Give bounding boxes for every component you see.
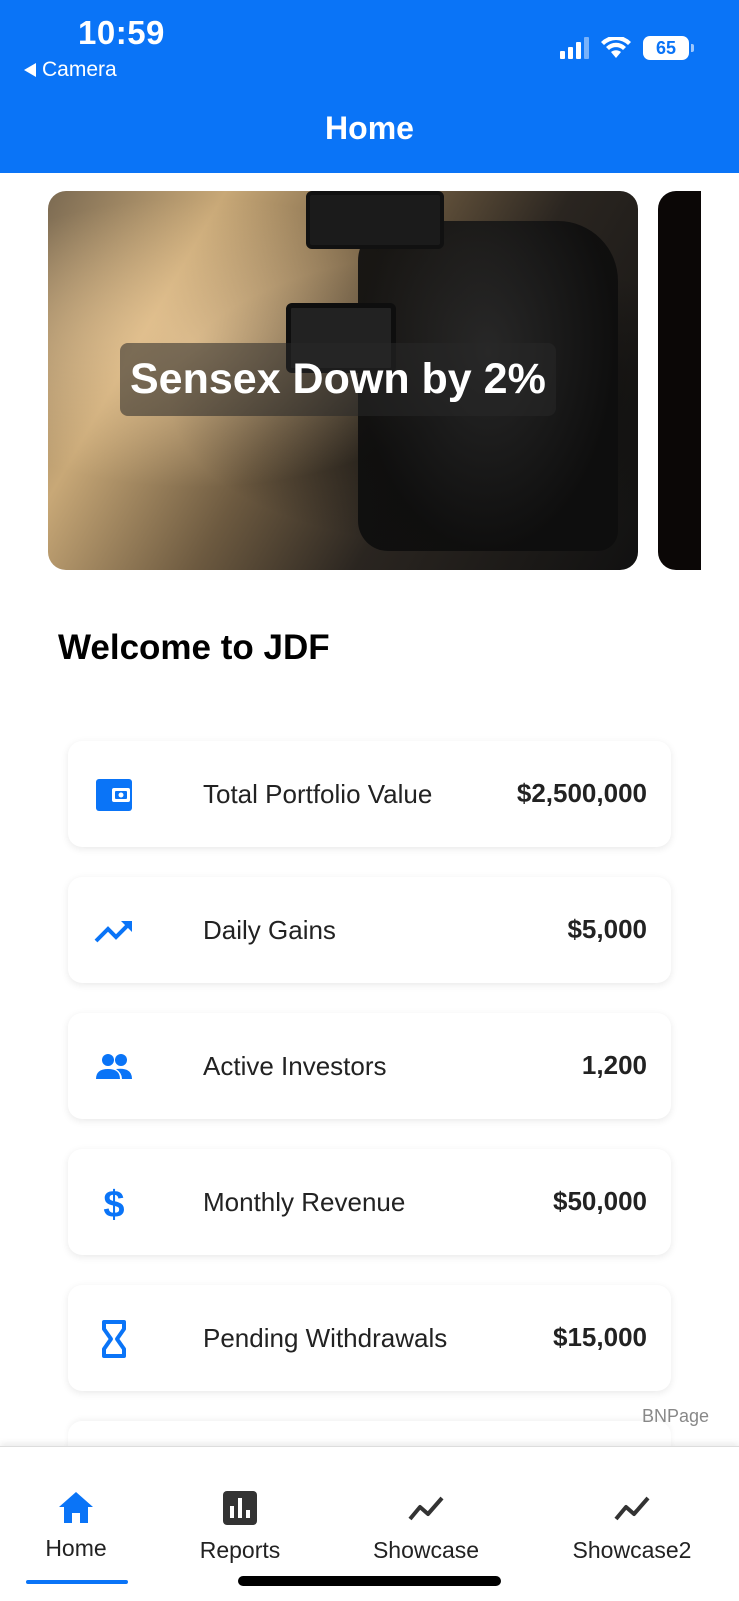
cellular-signal-icon [560, 37, 589, 59]
stat-value: $2,500,000 [516, 778, 647, 808]
tab-label: Home [45, 1535, 107, 1561]
stat-card-portfolio[interactable]: Total Portfolio Value $2,500,000 [68, 741, 671, 847]
app-header: 10:59 Camera 65 Home [0, 0, 739, 173]
slide-image-monitor [306, 191, 444, 249]
status-time: 10:59 [78, 14, 165, 51]
tab-home[interactable]: Home [0, 1447, 152, 1601]
back-arrow-icon [24, 63, 36, 77]
battery-icon: 65 [643, 36, 694, 60]
line-chart-icon [614, 1496, 650, 1521]
trending-up-icon [94, 921, 132, 943]
stat-label: Monthly Revenue [203, 1187, 406, 1217]
back-to-camera-link[interactable]: Camera [24, 58, 117, 82]
stat-value: 1,200 [581, 1050, 647, 1080]
tab-showcase2[interactable]: Showcase2 [560, 1447, 704, 1601]
home-indicator[interactable] [238, 1576, 501, 1586]
home-icon [59, 1492, 93, 1523]
stat-card-daily-gains[interactable]: Daily Gains $5,000 [68, 877, 671, 983]
stats-list: Total Portfolio Value $2,500,000 Daily G… [68, 741, 671, 1491]
tab-label: Showcase2 [572, 1537, 692, 1563]
hourglass-icon [102, 1320, 126, 1358]
people-icon [96, 1054, 132, 1079]
carousel-next-slide-peek[interactable] [658, 191, 701, 570]
stat-label: Pending Withdrawals [203, 1323, 448, 1353]
tab-label: Reports [199, 1537, 281, 1563]
stat-value: $15,000 [553, 1322, 647, 1352]
svg-text:$: $ [103, 1184, 124, 1223]
stat-card-withdrawals[interactable]: Pending Withdrawals $15,000 [68, 1285, 671, 1391]
stat-label: Total Portfolio Value [203, 779, 433, 809]
slide-headline: Sensex Down by 2% [120, 343, 556, 416]
wifi-icon [601, 37, 631, 58]
wallet-icon [96, 779, 132, 811]
news-carousel[interactable]: Sensex Down by 2% [0, 191, 739, 571]
dollar-icon: $ [103, 1184, 124, 1223]
stat-value: $50,000 [553, 1186, 647, 1216]
back-label: Camera [42, 58, 117, 81]
stat-label: Active Investors [203, 1051, 387, 1081]
stat-card-revenue[interactable]: $ Monthly Revenue $50,000 [68, 1149, 671, 1255]
line-chart-icon [408, 1496, 444, 1521]
status-icons: 65 [560, 36, 694, 60]
page-title: Home [325, 110, 414, 146]
carousel-slide[interactable]: Sensex Down by 2% [48, 191, 638, 570]
stat-label: Daily Gains [203, 915, 336, 945]
welcome-heading: Welcome to JDF [58, 628, 330, 667]
footer-note: BNPage [641, 1406, 709, 1426]
stat-value: $5,000 [567, 914, 647, 944]
stat-card-investors[interactable]: Active Investors 1,200 [68, 1013, 671, 1119]
bar-chart-icon [223, 1491, 257, 1525]
active-tab-indicator [26, 1580, 128, 1584]
tab-label: Showcase [372, 1537, 480, 1563]
